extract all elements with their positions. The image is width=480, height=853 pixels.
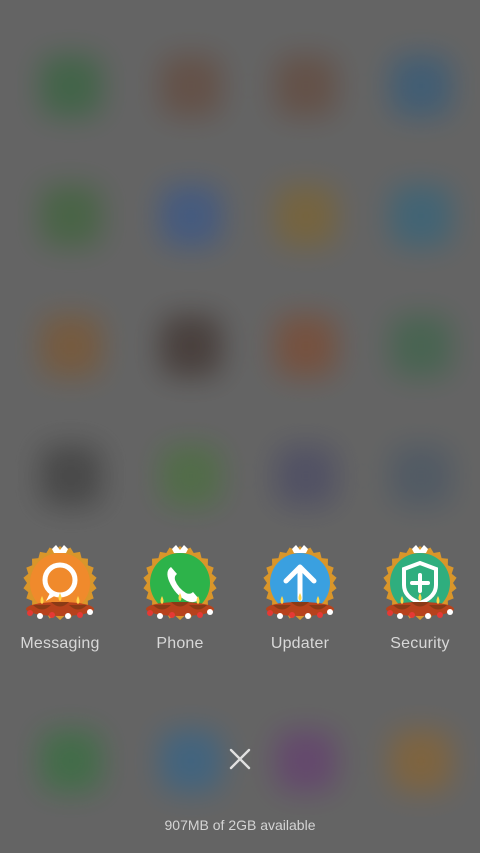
recent-app-label: Security (390, 635, 450, 652)
scrim (0, 0, 480, 853)
recent-app-updater[interactable]: Updater (240, 543, 360, 658)
recent-app-label: Phone (156, 635, 204, 652)
recent-app-phone[interactable]: Phone (120, 543, 240, 658)
recent-app-label: Messaging (20, 635, 100, 652)
messaging-icon (23, 545, 97, 620)
close-icon[interactable] (225, 744, 255, 774)
updater-icon (263, 545, 337, 620)
recent-app-security[interactable]: Security (360, 543, 480, 658)
recent-app-label: Updater (270, 635, 330, 652)
recents-screen: Messaging Phone Updater Security 907MB o… (0, 0, 480, 853)
memory-status: 907MB of 2GB available (164, 817, 316, 833)
recent-app-messaging[interactable]: Messaging (0, 543, 120, 658)
security-icon (383, 545, 457, 620)
phone-icon (143, 545, 217, 620)
recent-apps-row: Messaging Phone Updater Security (0, 543, 480, 663)
